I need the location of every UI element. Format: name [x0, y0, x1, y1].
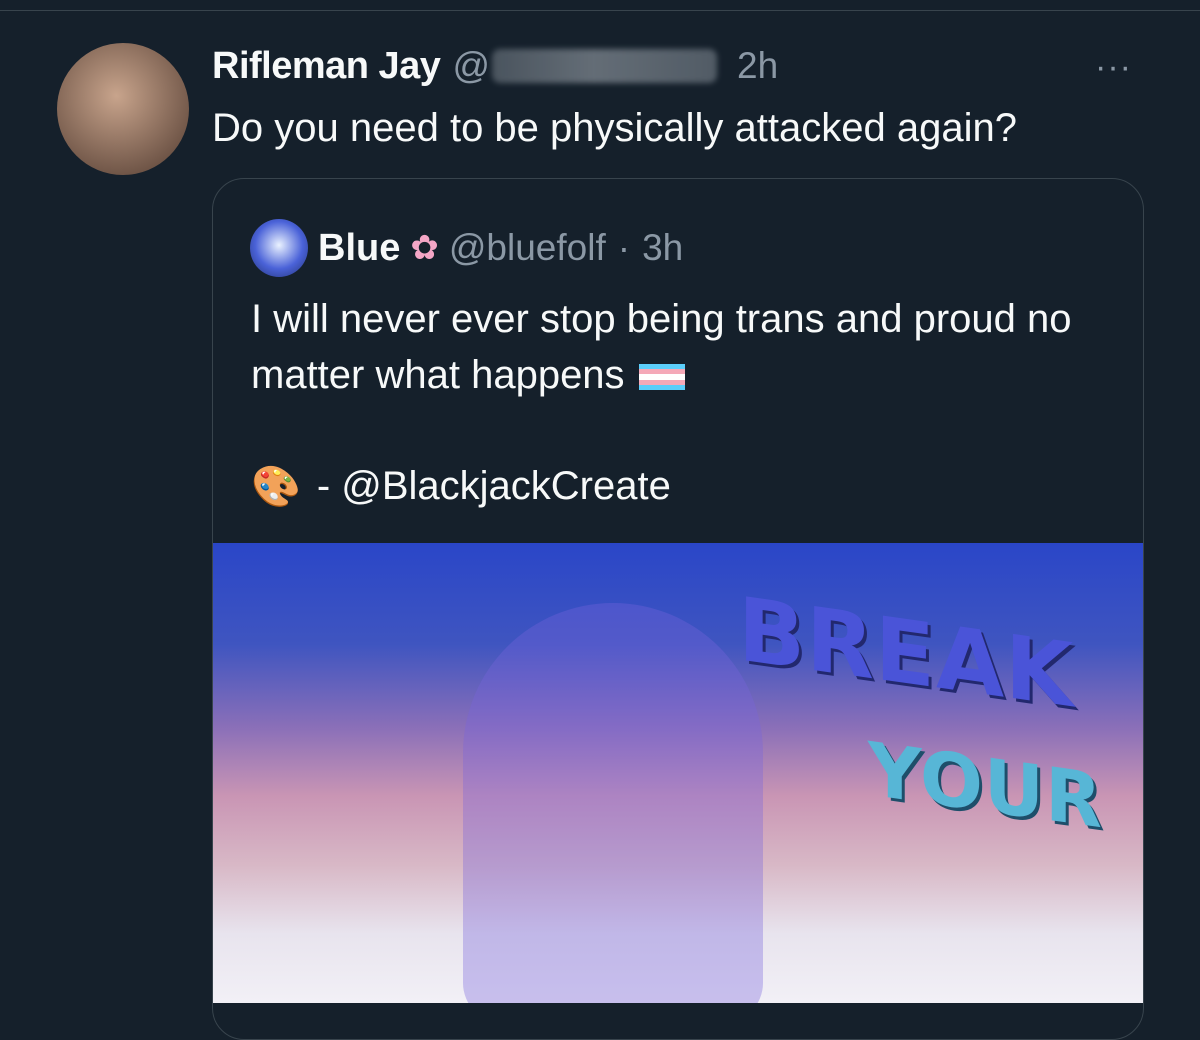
tweet-text: Do you need to be physically attacked ag…	[212, 106, 1017, 150]
top-divider	[0, 10, 1200, 11]
handle-redaction	[492, 49, 718, 83]
quoted-image[interactable]: BREAK YOUR	[213, 543, 1143, 1003]
tweet-header: Rifleman Jay @ 2h	[212, 44, 778, 88]
image-text-break: BREAK	[738, 577, 1075, 728]
quoted-time[interactable]: 3h	[642, 227, 683, 269]
more-options-button[interactable]: ···	[1095, 48, 1132, 87]
artwork-placeholder	[463, 603, 763, 1003]
quoted-tweet-card[interactable]: Blue ✿ @bluefolf · 3h I will never ever …	[212, 178, 1144, 1040]
quoted-header: Blue ✿ @bluefolf · 3h	[250, 219, 683, 277]
image-text-your: YOUR	[868, 726, 1103, 846]
palette-icon: 🎨	[251, 465, 301, 509]
quoted-handle[interactable]: @bluefolf	[449, 227, 606, 269]
author-name[interactable]: Rifleman Jay	[212, 45, 441, 88]
author-avatar[interactable]	[57, 43, 189, 175]
credit-line: 🎨 - @BlackjackCreate	[251, 463, 671, 510]
quoted-author-name[interactable]: Blue	[318, 227, 400, 270]
separator: ·	[617, 227, 631, 268]
handle-prefix: @	[452, 45, 491, 86]
author-handle[interactable]: @	[452, 45, 719, 87]
transgender-flag-icon	[638, 364, 685, 390]
quoted-text: I will never ever stop being trans and p…	[251, 291, 1111, 403]
tweet-time[interactable]: 2h	[737, 45, 778, 87]
credit-text[interactable]: - @BlackjackCreate	[317, 464, 671, 509]
quoted-avatar[interactable]	[250, 219, 308, 277]
flower-icon: ✿	[410, 229, 439, 267]
